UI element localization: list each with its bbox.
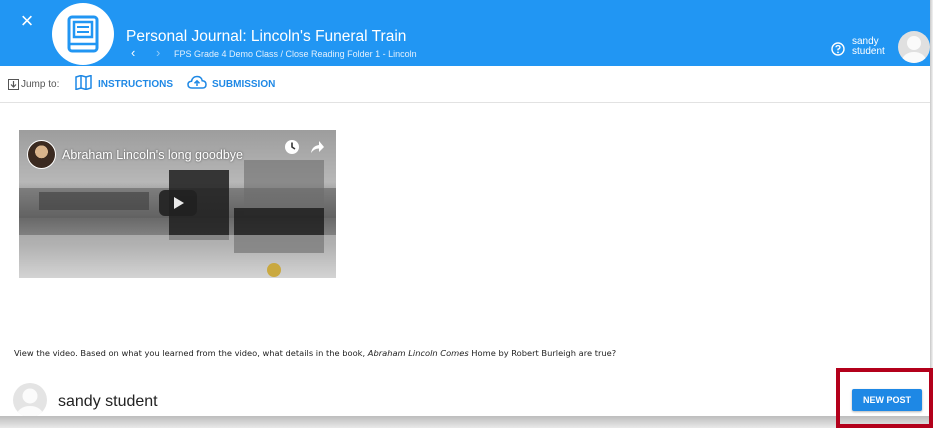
prompt-text: View the video. Based on what you learne…: [14, 348, 368, 358]
help-icon[interactable]: [831, 42, 845, 56]
post-author-name: sandy student: [58, 393, 158, 410]
jump-down-icon: [8, 79, 19, 90]
header-bar: × Personal Journal: Lincoln's Funeral Tr…: [0, 0, 930, 66]
user-last-name: student: [852, 46, 885, 57]
map-icon[interactable]: [75, 75, 92, 90]
close-button[interactable]: ×: [17, 10, 37, 32]
submission-link[interactable]: SUBMISSION: [212, 79, 275, 90]
cloud-upload-icon[interactable]: [187, 75, 207, 90]
page-title: Personal Journal: Lincoln's Funeral Trai…: [126, 28, 407, 45]
share-icon[interactable]: [309, 139, 325, 155]
breadcrumb[interactable]: FPS Grade 4 Demo Class / Close Reading F…: [174, 49, 417, 59]
video-title[interactable]: Abraham Lincoln's long goodbye: [62, 148, 243, 162]
window-shadow-bottom: [0, 416, 933, 428]
post-author-avatar: [13, 383, 47, 416]
app-window: × Personal Journal: Lincoln's Funeral Tr…: [0, 0, 930, 416]
video-player[interactable]: Abraham Lincoln's long goodbye: [19, 130, 336, 278]
instructions-link[interactable]: INSTRUCTIONS: [98, 79, 173, 90]
user-name[interactable]: sandy student: [852, 37, 885, 57]
next-arrow-icon[interactable]: ›: [156, 45, 160, 60]
jump-to-label: Jump to:: [21, 79, 60, 90]
journal-book-icon: [52, 3, 114, 65]
prompt-text-end: Home by Robert Burleigh are true?: [468, 348, 617, 358]
highlight-box: [836, 368, 933, 428]
prev-arrow-icon[interactable]: ‹: [131, 45, 135, 60]
question-prompt: View the video. Based on what you learne…: [14, 348, 616, 358]
play-button[interactable]: [159, 190, 197, 216]
watch-later-icon[interactable]: [284, 139, 300, 155]
book-title: Abraham Lincoln Comes: [367, 348, 469, 358]
jump-bar: Jump to: INSTRUCTIONS SUBMISSION: [0, 66, 930, 103]
channel-avatar[interactable]: [27, 140, 56, 169]
avatar[interactable]: [898, 31, 930, 63]
